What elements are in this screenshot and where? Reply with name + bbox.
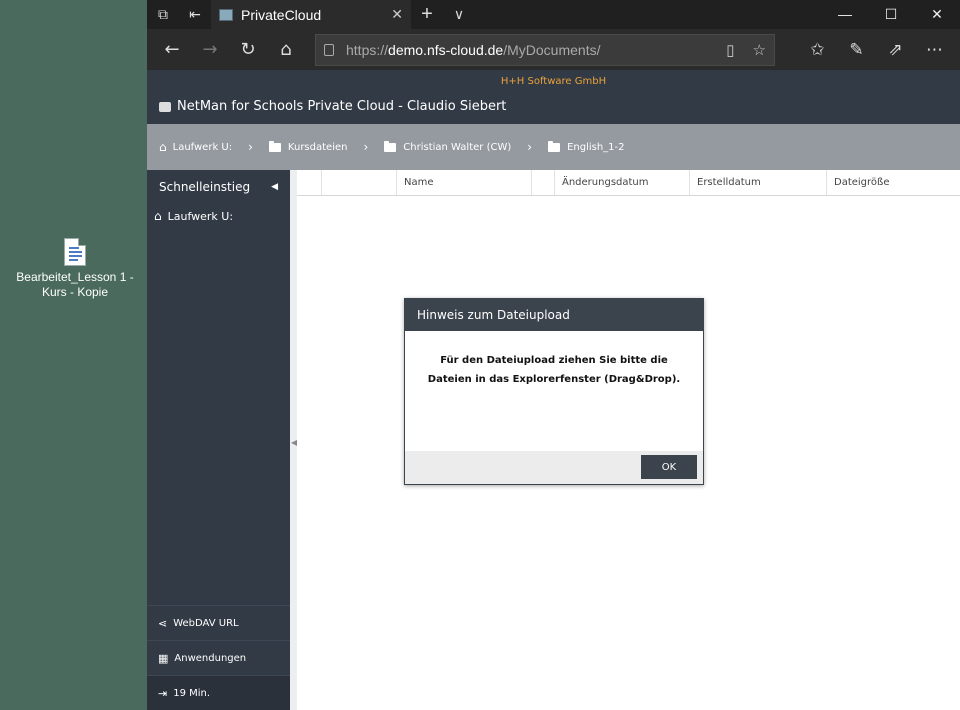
url-host: demo.nfs-cloud.de: [388, 41, 504, 58]
url-path: /MyDocuments/: [503, 41, 601, 58]
file-list-header: Name Änderungsdatum Erstelldatum Dateigr…: [297, 170, 960, 196]
apps-icon: ▦: [158, 651, 169, 665]
dialog-title: Hinweis zum Dateiupload: [405, 299, 703, 331]
sidebar-splitter[interactable]: ◀: [290, 170, 297, 710]
home-icon: ⌂: [159, 140, 167, 154]
column-header-created[interactable]: Erstelldatum: [689, 170, 826, 195]
tab-privatecloud[interactable]: PrivateCloud ✕: [211, 0, 411, 29]
breadcrumb-item-laufwerk[interactable]: ⌂ Laufwerk U:: [159, 140, 232, 154]
desktop: Bearbeitet_Lesson 1 - Kurs - Kopie: [0, 0, 147, 710]
column-header-name[interactable]: Name: [396, 170, 531, 195]
column-header-select[interactable]: [297, 170, 321, 195]
breadcrumb: ⌂ Laufwerk U: › Kursdateien › Christian …: [147, 124, 960, 170]
tab-list-button[interactable]: ∨: [443, 0, 475, 29]
company-name: H+H Software GmbH: [500, 76, 607, 87]
breadcrumb-separator-icon: ›: [527, 140, 533, 154]
dialog-message: Für den Dateiupload ziehen Sie bitte die…: [427, 355, 681, 385]
share-icon[interactable]: ⇗: [876, 40, 915, 60]
back-icon[interactable]: ←: [153, 34, 191, 66]
folder-icon: [548, 140, 561, 152]
breadcrumb-separator-icon: ›: [363, 140, 369, 154]
sidebar-item-anwendungen[interactable]: ▦ Anwendungen: [147, 640, 290, 675]
lock-icon: [324, 43, 334, 56]
reading-view-icon[interactable]: ▯: [726, 41, 734, 59]
favicon-icon: [219, 8, 233, 21]
minimize-button[interactable]: —: [822, 6, 868, 23]
favorites-icon[interactable]: ✩: [798, 40, 837, 60]
sidebar-item-webdav-url[interactable]: ⋖ WebDAV URL: [147, 605, 290, 640]
desktop-file-label: Bearbeitet_Lesson 1 - Kurs - Kopie: [16, 270, 134, 299]
home-icon: ⌂: [154, 209, 162, 223]
new-tab-button[interactable]: +: [411, 0, 443, 29]
collapse-sidebar-icon[interactable]: ◀: [271, 182, 278, 192]
column-header-icon[interactable]: [321, 170, 396, 195]
dialog-footer: OK: [405, 451, 703, 484]
more-icon[interactable]: ⋯: [915, 40, 954, 60]
breadcrumb-item-kursdateien[interactable]: Kursdateien: [268, 140, 347, 153]
tab-title: PrivateCloud: [241, 6, 322, 23]
app-header: H+H Software GmbH NetMan for Schools Pri…: [147, 70, 960, 124]
document-icon: [64, 238, 86, 266]
home-icon[interactable]: ⌂: [267, 34, 305, 66]
ok-button[interactable]: OK: [641, 455, 697, 479]
breadcrumb-item-english[interactable]: English_1-2: [548, 140, 625, 153]
sidebar-item-laufwerk[interactable]: ⌂ Laufwerk U:: [147, 204, 290, 228]
folder-icon: [384, 140, 397, 152]
folder-icon: [268, 140, 281, 152]
tab-close-icon[interactable]: ✕: [391, 6, 403, 23]
share-icon: ⋖: [158, 616, 168, 630]
set-aside-tabs-icon[interactable]: ⇤: [179, 0, 211, 29]
maximize-button[interactable]: ☐: [868, 6, 914, 23]
notes-pen-icon[interactable]: ✎: [837, 40, 876, 60]
sidebar: Schnelleinstieg ◀ ⌂ Laufwerk U: ⋖ WebDAV…: [147, 170, 290, 710]
desktop-file-icon[interactable]: Bearbeitet_Lesson 1 - Kurs - Kopie: [8, 238, 142, 300]
upload-info-dialog: Hinweis zum Dateiupload Für den Dateiupl…: [404, 298, 704, 485]
tab-actions-icon[interactable]: ⧉: [147, 0, 179, 29]
column-header-size[interactable]: Dateigröße: [826, 170, 960, 195]
logout-icon: ⇥: [158, 686, 168, 700]
favorite-star-icon[interactable]: ☆: [753, 41, 766, 59]
breadcrumb-item-christian-walter[interactable]: Christian Walter (CW): [384, 140, 511, 153]
column-header-modified[interactable]: Änderungsdatum: [554, 170, 689, 195]
breadcrumb-separator-icon: ›: [248, 140, 253, 154]
title-bar: ⧉ ⇤ PrivateCloud ✕ + ∨ — ☐ ✕: [147, 0, 960, 29]
app-title: NetMan for Schools Private Cloud - Claud…: [177, 99, 507, 114]
sidebar-heading: Schnelleinstieg ◀: [159, 180, 278, 194]
column-header-type[interactable]: [531, 170, 554, 195]
forward-icon[interactable]: →: [191, 34, 229, 66]
cloud-drive-icon: [159, 101, 171, 112]
address-bar[interactable]: https://demo.nfs-cloud.de/MyDocuments/ ▯…: [315, 33, 775, 66]
address-toolbar: ← → ↻ ⌂ https://demo.nfs-cloud.de/MyDocu…: [147, 29, 960, 70]
refresh-icon[interactable]: ↻: [229, 34, 267, 66]
url-prefix: https://: [346, 41, 389, 58]
session-timer[interactable]: ⇥ 19 Min.: [147, 675, 290, 710]
close-window-button[interactable]: ✕: [914, 6, 960, 23]
